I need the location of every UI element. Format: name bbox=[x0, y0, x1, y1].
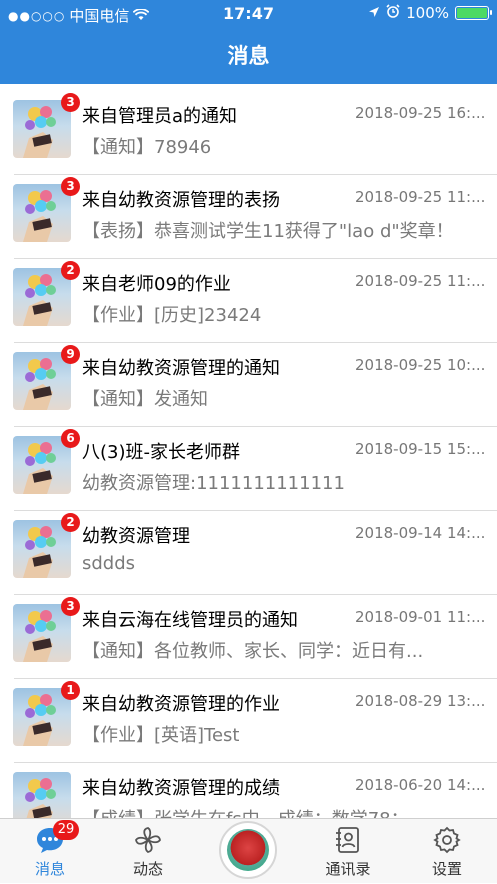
message-preview: 【成绩】张学生在fs中，成绩：数学78； bbox=[82, 805, 477, 818]
unread-badge: 3 bbox=[61, 597, 80, 616]
tab-contacts-label: 通讯录 bbox=[325, 860, 371, 878]
tab-settings[interactable]: 设置 bbox=[407, 819, 487, 884]
message-title: 八(3)班-家长老师群 bbox=[82, 442, 240, 463]
unread-badge: 2 bbox=[61, 513, 80, 532]
tab-contacts[interactable]: 通讯录 bbox=[308, 819, 388, 884]
tab-moments-label: 动态 bbox=[132, 860, 163, 878]
message-time: 2018-09-14 14:... bbox=[355, 524, 486, 542]
message-list[interactable]: 3 来自管理员a的通知 2018-09-25 16:... 【通知】78946 3 来自幼… bbox=[0, 91, 497, 818]
unread-badge: 3 bbox=[61, 93, 80, 112]
message-preview: 【作业】[历史]23424 bbox=[82, 305, 262, 326]
message-row[interactable]: 6 八(3)班-家长老师群 2018-09-15 15:... 幼教资源管理:1111… bbox=[0, 427, 497, 511]
message-time: 2018-09-25 10:... bbox=[355, 356, 486, 374]
status-bar: ●●○○○ 中国电信 17:47 100% bbox=[0, 0, 497, 28]
message-preview: 【通知】各位教师、家长、同学：近日有... bbox=[82, 641, 424, 662]
home-logo-button[interactable] bbox=[219, 821, 277, 879]
message-preview: 幼教资源管理:1111111111111 bbox=[82, 473, 345, 494]
message-time: 2018-09-01 11:... bbox=[355, 608, 486, 626]
message-title: 来自幼教资源管理的通知 bbox=[82, 358, 280, 379]
message-row[interactable]: 2 幼教资源管理 2018-09-14 14:... sddds bbox=[0, 511, 497, 595]
message-preview: 【表扬】恭喜测试学生11获得了"lao d"奖章！ bbox=[82, 221, 454, 242]
message-row[interactable]: 9 来自幼教资源管理的通知 2018-09-25 10:... 【通知】发通知 bbox=[0, 343, 497, 427]
tab-messages[interactable]: 29 消息 bbox=[10, 819, 90, 884]
page-title: 消息 bbox=[0, 28, 497, 84]
message-time: 2018-09-15 15:... bbox=[355, 440, 486, 458]
message-row[interactable]: 来自幼教资源管理的成绩 2018-06-20 14:... 【成绩】张学生在fs中，… bbox=[0, 763, 497, 818]
message-preview: sddds bbox=[82, 553, 136, 574]
tab-bar: 29 消息 动态 通讯录 设置 bbox=[0, 818, 497, 883]
avatar bbox=[13, 772, 71, 818]
message-time: 2018-08-29 13:... bbox=[355, 692, 486, 710]
unread-badge: 3 bbox=[61, 177, 80, 196]
unread-badge: 1 bbox=[61, 681, 80, 700]
message-title: 来自幼教资源管理的表扬 bbox=[82, 190, 280, 211]
message-title: 幼教资源管理 bbox=[82, 526, 190, 547]
message-title: 来自幼教资源管理的成绩 bbox=[82, 778, 280, 799]
unread-badge: 6 bbox=[61, 429, 80, 448]
location-icon bbox=[368, 4, 380, 22]
tab-moments[interactable]: 动态 bbox=[108, 819, 188, 884]
message-title: 来自幼教资源管理的作业 bbox=[82, 694, 280, 715]
message-title: 来自老师09的作业 bbox=[82, 274, 231, 295]
message-preview: 【通知】78946 bbox=[82, 137, 212, 158]
message-row[interactable]: 3 来自云海在线管理员的通知 2018-09-01 11:... 【通知】各位教师、家… bbox=[0, 595, 497, 679]
unread-badge: 2 bbox=[61, 261, 80, 280]
app-logo-icon bbox=[227, 829, 269, 871]
message-preview: 【作业】[英语]Test bbox=[82, 725, 240, 746]
message-time: 2018-09-25 11:... bbox=[355, 272, 486, 290]
message-time: 2018-06-20 14:... bbox=[355, 776, 486, 794]
messages-unread-badge: 29 bbox=[53, 820, 79, 840]
battery-percent: 100% bbox=[406, 4, 449, 22]
message-row[interactable]: 3 来自幼教资源管理的表扬 2018-09-25 11:... 【表扬】恭喜测试学生1… bbox=[0, 175, 497, 259]
message-title: 来自云海在线管理员的通知 bbox=[82, 610, 298, 631]
message-time: 2018-09-25 11:... bbox=[355, 188, 486, 206]
tab-settings-label: 设置 bbox=[431, 860, 462, 878]
battery-icon bbox=[455, 6, 492, 20]
message-row[interactable]: 2 来自老师09的作业 2018-09-25 11:... 【作业】[历史]23424 bbox=[0, 259, 497, 343]
message-row[interactable]: 3 来自管理员a的通知 2018-09-25 16:... 【通知】78946 bbox=[0, 91, 497, 175]
unread-badge: 9 bbox=[61, 345, 80, 364]
message-time: 2018-09-25 16:... bbox=[355, 104, 486, 122]
tab-messages-label: 消息 bbox=[34, 860, 65, 878]
message-row[interactable]: 1 来自幼教资源管理的作业 2018-08-29 13:... 【作业】[英语]Tes… bbox=[0, 679, 497, 763]
alarm-icon bbox=[386, 4, 400, 22]
message-preview: 【通知】发通知 bbox=[82, 389, 208, 410]
message-title: 来自管理员a的通知 bbox=[82, 106, 238, 127]
